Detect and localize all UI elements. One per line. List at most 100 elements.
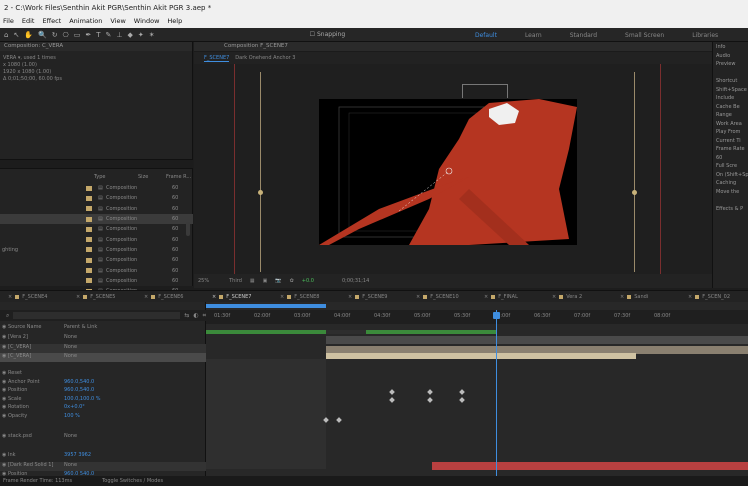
right-panel-item[interactable]: 60 <box>716 155 745 164</box>
label-color-swatch[interactable] <box>86 278 92 284</box>
snapping-checkbox[interactable]: ☐ Snapping <box>310 31 345 38</box>
layer-value[interactable]: None <box>64 334 77 340</box>
right-panel-item[interactable] <box>716 70 745 79</box>
layer-value[interactable]: 100 % <box>64 413 80 419</box>
label-color-swatch[interactable] <box>86 216 92 222</box>
eye-icon[interactable]: ◉ <box>2 396 6 402</box>
stamp-tool-icon[interactable]: ⊥ <box>116 31 122 39</box>
current-time[interactable]: 0;00;31;14 <box>342 278 369 284</box>
rotate-tool-icon[interactable]: ↻ <box>52 31 58 39</box>
timeline-tab[interactable]: × F_SCEN_02 <box>680 294 748 300</box>
layer-value[interactable]: 0x+0.0° <box>64 404 85 410</box>
exposure-value[interactable]: +0.0 <box>302 278 314 284</box>
selection-tool-icon[interactable]: ↖ <box>13 31 19 39</box>
timeline-layer-row[interactable]: ◉ [C_VERA] None <box>0 353 206 362</box>
eye-icon[interactable]: ◉ <box>2 324 6 330</box>
column-frame-rate[interactable]: Frame R... <box>166 174 191 180</box>
close-icon[interactable]: × <box>416 294 420 300</box>
time-ruler[interactable]: 01:30f 02:00f 03:00f 04:00f 04:30f 05:00f 05:3… <box>206 310 748 324</box>
timeline-tab[interactable]: × Sandi <box>612 294 680 300</box>
keyframe[interactable] <box>336 417 342 423</box>
eye-icon[interactable]: ◉ <box>2 370 6 376</box>
keyframe[interactable] <box>427 389 433 395</box>
menu-view[interactable]: View <box>110 17 125 27</box>
close-icon[interactable]: × <box>212 294 216 300</box>
workspace-standard[interactable]: Standard <box>570 32 597 39</box>
keyframe[interactable] <box>459 389 465 395</box>
right-panel-item[interactable]: Include <box>716 95 745 104</box>
close-icon[interactable]: × <box>620 294 624 300</box>
label-color-swatch[interactable] <box>86 268 92 274</box>
close-icon[interactable]: × <box>348 294 352 300</box>
comp-viewer[interactable] <box>194 64 712 274</box>
workspace-default[interactable]: Default <box>475 32 497 39</box>
timeline-tab[interactable]: × F_SCENE6 <box>136 294 204 300</box>
motion-blur-icon[interactable]: ◐ <box>193 312 198 319</box>
comp-tab-active[interactable]: F_SCENE7 <box>204 55 230 62</box>
layer-value[interactable]: 960.0,540.0 <box>64 379 94 385</box>
project-item-row[interactable]: ▤Composition 60 <box>0 234 193 244</box>
workspace-learn[interactable]: Learn <box>525 32 542 39</box>
mask-icon[interactable]: ▣ <box>263 278 268 284</box>
layer-value[interactable]: None <box>64 353 77 359</box>
timeline-layer-row[interactable]: ◉ Source Name Parent & Link <box>0 324 206 333</box>
toggle-switches-modes[interactable]: Toggle Switches / Modes <box>102 478 163 484</box>
rectangle-tool-icon[interactable]: ▭ <box>74 31 81 39</box>
eye-icon[interactable]: ◉ <box>2 353 6 359</box>
right-panel-item[interactable]: Shift+Space <box>716 87 747 96</box>
roto-tool-icon[interactable]: ✦ <box>138 31 144 39</box>
layer-bar[interactable] <box>326 336 748 344</box>
close-icon[interactable]: × <box>280 294 284 300</box>
project-item-row[interactable]: ▤Composition 60 <box>0 204 193 214</box>
label-color-swatch[interactable] <box>86 226 92 232</box>
timeline-tab[interactable]: × Vera 2 <box>544 294 612 300</box>
column-type[interactable]: Type <box>94 174 138 180</box>
right-panel-item[interactable]: Preview <box>716 61 745 70</box>
project-item-row[interactable]: ▤Composition 60 <box>0 183 193 193</box>
project-item-row[interactable]: ▤Composition 60 <box>0 255 193 265</box>
comp-tab[interactable]: Dark Onehend Anchor 3 <box>235 55 295 61</box>
close-icon[interactable]: × <box>552 294 556 300</box>
timeline-layer-row[interactable]: ◉ stack.psd None <box>0 433 206 442</box>
brush-tool-icon[interactable]: ✎ <box>106 31 112 39</box>
playhead-handle[interactable] <box>493 312 500 319</box>
timeline-layer-row[interactable]: ◉ Opacity 100 % <box>0 413 206 422</box>
timeline-tab[interactable]: × F_SCENE7 <box>204 294 272 300</box>
workspace-libraries[interactable]: Libraries <box>692 32 718 39</box>
workspace-small-screen[interactable]: Small Screen <box>625 32 664 39</box>
project-search-input[interactable] <box>0 159 193 169</box>
anchor-handle[interactable] <box>258 190 263 195</box>
timeline-tab[interactable]: × F_FINAL <box>476 294 544 300</box>
close-icon[interactable]: × <box>76 294 80 300</box>
timeline-tab[interactable]: × F_SCENE4 <box>0 294 68 300</box>
eye-icon[interactable]: ◉ <box>2 413 6 419</box>
timeline-tracks[interactable]: 01:30f 02:00f 03:00f 04:00f 04:30f 05:00f 05:3… <box>206 302 748 486</box>
solid-layer-bar[interactable] <box>432 462 748 470</box>
layer-value[interactable]: None <box>64 462 77 468</box>
pen-tool-icon[interactable]: ✒ <box>85 31 91 39</box>
eraser-tool-icon[interactable]: ◆ <box>128 31 133 39</box>
timeline-layer-row[interactable]: ◉ Ink 3957 3962 <box>0 452 206 461</box>
snapshot-icon[interactable]: 📷 <box>275 278 281 284</box>
zoom-tool-icon[interactable]: 🔍 <box>38 31 47 39</box>
right-panel-item[interactable]: Current Ti <box>716 138 745 147</box>
timeline-tab[interactable]: × F_SCENE9 <box>340 294 408 300</box>
right-panel-item[interactable]: Play From <box>716 129 745 138</box>
right-panel-item[interactable]: On (Shift+Sp <box>716 172 748 181</box>
keyframe[interactable] <box>459 397 465 403</box>
project-item-row[interactable]: ▤Composition 60 <box>0 213 193 225</box>
eye-icon[interactable]: ◉ <box>2 433 6 439</box>
eye-icon[interactable]: ◉ <box>2 452 6 458</box>
zoom-dropdown[interactable]: 25% <box>198 278 209 284</box>
timeline-layer-row[interactable]: ◉ [Vera 2] None <box>0 334 206 343</box>
layer-value[interactable]: 3957 3962 <box>64 452 91 458</box>
project-item-row[interactable]: ▤Composition 60 <box>0 276 193 286</box>
layer-value[interactable]: None <box>64 433 77 439</box>
project-item-row[interactable]: ▤Composition 60 <box>0 224 193 234</box>
timeline-tab[interactable]: × F_SCENE8 <box>272 294 340 300</box>
keyframe[interactable] <box>389 389 395 395</box>
eye-icon[interactable]: ◉ <box>2 404 6 410</box>
right-panel-item[interactable]: Cache Be <box>716 104 745 113</box>
right-panel-item[interactable]: Full Scre <box>716 163 745 172</box>
menu-help[interactable]: Help <box>167 17 182 27</box>
